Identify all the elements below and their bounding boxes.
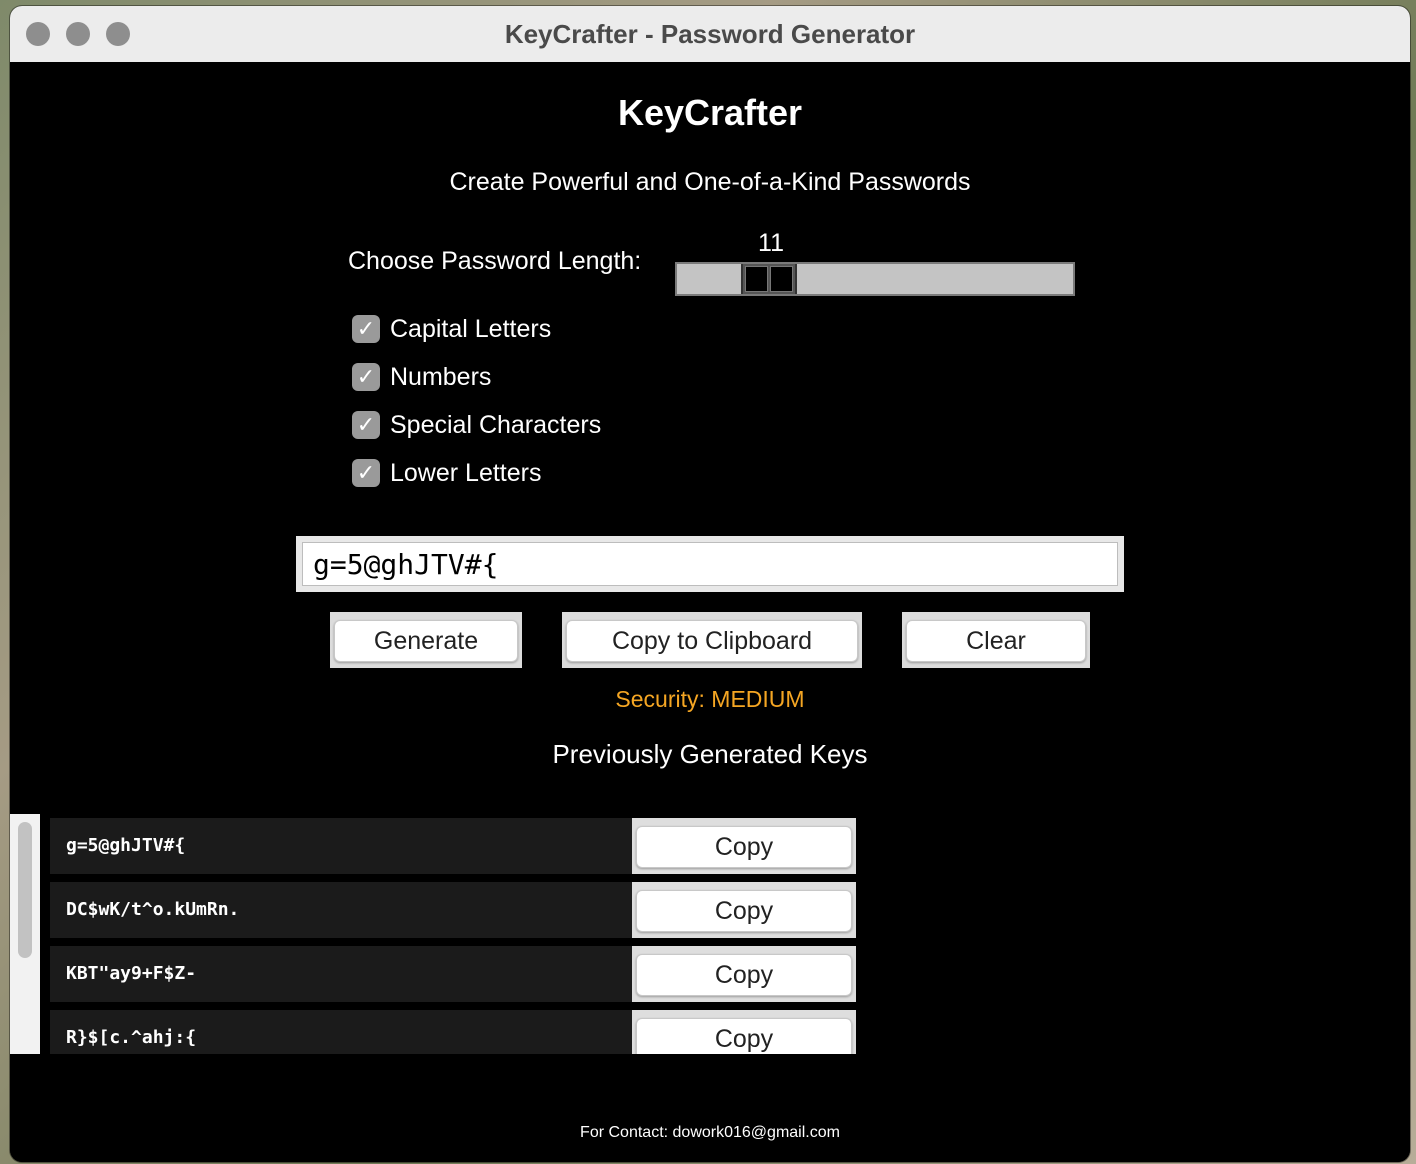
option-label: Special Characters bbox=[390, 410, 602, 439]
main-content: KeyCrafter Create Powerful and One-of-a-… bbox=[10, 62, 1410, 1162]
copy-to-clipboard-button[interactable]: Copy to Clipboard bbox=[566, 620, 858, 662]
history-list[interactable]: g=5@ghJTV#{ Copy DC$wK/t^o.kUmRn. Copy K… bbox=[10, 814, 870, 1054]
option-numbers[interactable]: ✓ Numbers bbox=[352, 360, 491, 394]
history-key: DC$wK/t^o.kUmRn. bbox=[50, 882, 632, 938]
history-key: R}$[c.^ahj:{ bbox=[50, 1010, 632, 1054]
title-bar[interactable]: KeyCrafter - Password Generator bbox=[10, 6, 1410, 63]
option-label: Numbers bbox=[390, 362, 492, 391]
history-row: DC$wK/t^o.kUmRn. Copy bbox=[50, 882, 866, 938]
option-special-characters[interactable]: ✓ Special Characters bbox=[352, 408, 601, 442]
checkbox-checked-icon[interactable]: ✓ bbox=[352, 363, 380, 391]
history-title: Previously Generated Keys bbox=[552, 739, 868, 769]
app-subtitle: Create Powerful and One-of-a-Kind Passwo… bbox=[449, 168, 971, 196]
option-lower-letters[interactable]: ✓ Lower Letters bbox=[352, 456, 541, 490]
history-row: R}$[c.^ahj:{ Copy bbox=[50, 1010, 866, 1054]
clear-button-frame: Clear bbox=[902, 612, 1090, 668]
password-field-frame bbox=[296, 536, 1124, 592]
option-label: Capital Letters bbox=[390, 314, 552, 343]
generate-button-frame: Generate bbox=[330, 612, 522, 668]
history-copy-button[interactable]: Copy bbox=[636, 826, 852, 868]
window-title: KeyCrafter - Password Generator bbox=[504, 19, 916, 49]
copy-button-frame: Copy bbox=[632, 882, 856, 938]
checkbox-checked-icon[interactable]: ✓ bbox=[352, 459, 380, 487]
history-copy-button[interactable]: Copy bbox=[636, 954, 852, 996]
history-row: KBT"ay9+F$Z- Copy bbox=[50, 946, 866, 1002]
option-capital-letters[interactable]: ✓ Capital Letters bbox=[352, 312, 551, 346]
clear-button[interactable]: Clear bbox=[906, 620, 1086, 662]
length-label: Choose Password Length: bbox=[348, 247, 642, 275]
checkbox-checked-icon[interactable]: ✓ bbox=[352, 411, 380, 439]
history-key: g=5@ghJTV#{ bbox=[50, 818, 632, 874]
history-scrollbar[interactable] bbox=[10, 814, 40, 1054]
scrollbar-thumb[interactable] bbox=[18, 822, 32, 958]
slider-grip bbox=[745, 266, 768, 292]
length-value: 11 bbox=[758, 229, 784, 257]
option-label: Lower Letters bbox=[390, 458, 542, 487]
copy-button-frame: Copy bbox=[632, 946, 856, 1002]
slider-thumb[interactable] bbox=[741, 264, 797, 294]
checkbox-checked-icon[interactable]: ✓ bbox=[352, 315, 380, 343]
history-key: KBT"ay9+F$Z- bbox=[50, 946, 632, 1002]
password-output-field[interactable] bbox=[302, 542, 1118, 586]
history-row: g=5@ghJTV#{ Copy bbox=[50, 818, 866, 874]
security-status: Security: MEDIUM bbox=[615, 686, 805, 712]
generate-button[interactable]: Generate bbox=[334, 620, 518, 662]
copy-button-frame: Copy bbox=[632, 818, 856, 874]
length-slider[interactable] bbox=[675, 262, 1075, 296]
copy-clipboard-button-frame: Copy to Clipboard bbox=[562, 612, 862, 668]
history-copy-button[interactable]: Copy bbox=[636, 890, 852, 932]
app-window: KeyCrafter - Password Generator KeyCraft… bbox=[10, 6, 1410, 1162]
copy-button-frame: Copy bbox=[632, 1010, 856, 1054]
app-title: KeyCrafter bbox=[617, 92, 803, 133]
history-copy-button[interactable]: Copy bbox=[636, 1018, 852, 1054]
slider-grip bbox=[770, 266, 793, 292]
contact-footer: For Contact: dowork016@gmail.com bbox=[580, 1124, 840, 1141]
